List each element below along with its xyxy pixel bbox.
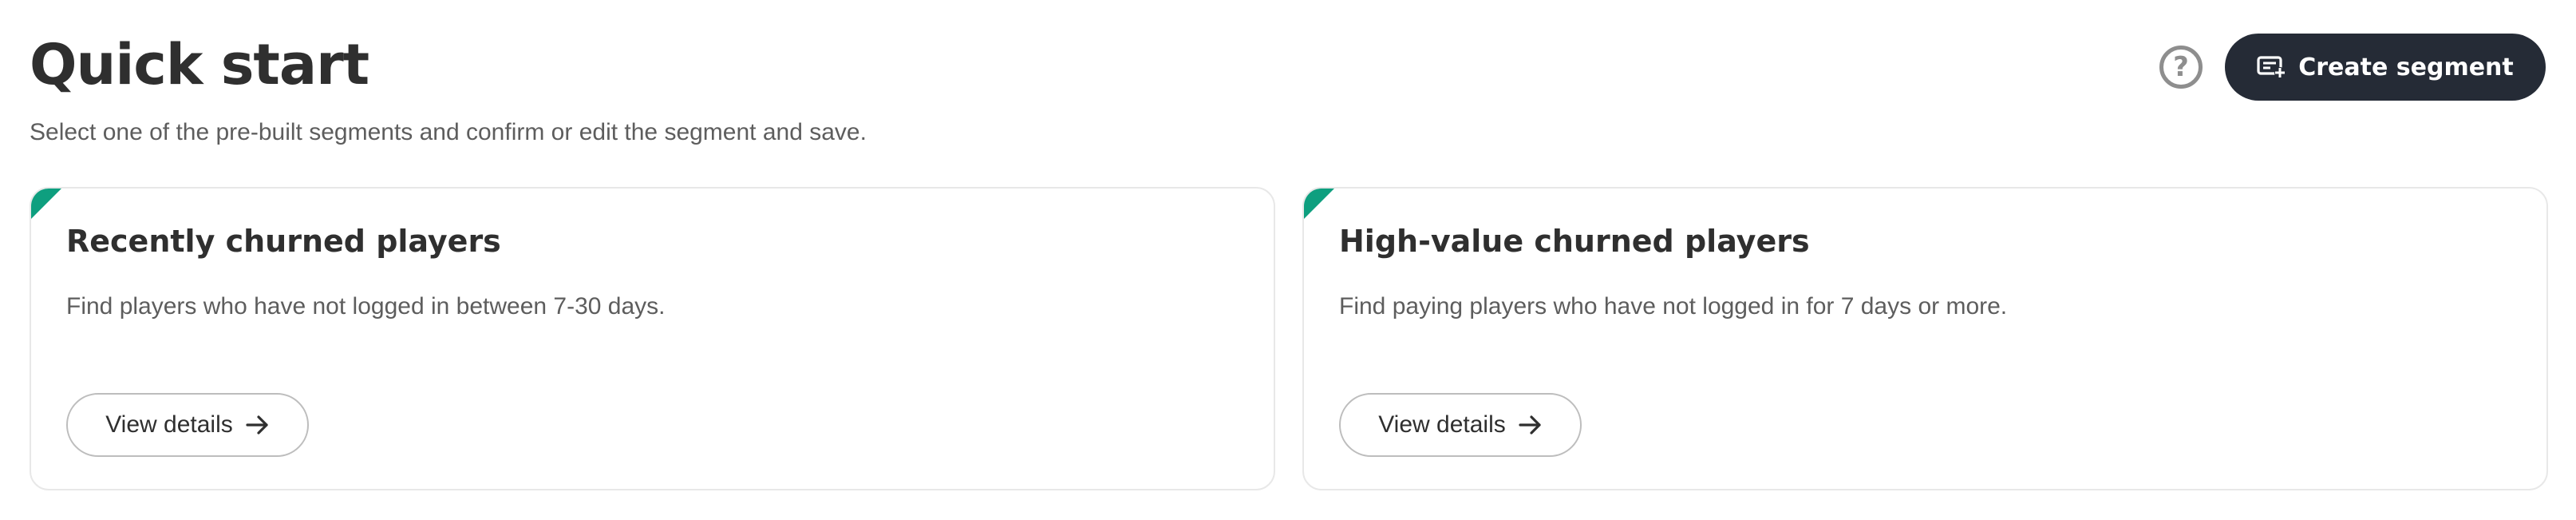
card-accent-corner — [1304, 189, 1334, 219]
view-details-button[interactable]: View details — [1339, 393, 1582, 457]
arrow-right-icon — [246, 415, 270, 435]
view-details-button[interactable]: View details — [66, 393, 309, 457]
view-details-label: View details — [105, 411, 233, 438]
card-title: Recently churned players — [66, 224, 501, 259]
add-segment-icon — [2257, 55, 2287, 79]
help-button[interactable]: ? — [2159, 46, 2203, 89]
view-details-label: View details — [1378, 411, 1506, 438]
segment-card-recently-churned[interactable]: Recently churned players Find players wh… — [30, 187, 1275, 490]
create-segment-button[interactable]: Create segment — [2225, 34, 2546, 101]
card-title: High-value churned players — [1339, 224, 1810, 259]
card-accent-corner — [31, 189, 61, 219]
segment-cards: Recently churned players Find players wh… — [30, 187, 2548, 490]
create-segment-label: Create segment — [2298, 53, 2514, 81]
help-circle-icon: ? — [2173, 51, 2189, 83]
arrow-right-icon — [1519, 415, 1543, 435]
card-description: Find paying players who have not logged … — [1339, 293, 2008, 320]
segment-card-high-value-churned[interactable]: High-value churned players Find paying p… — [1302, 187, 2548, 490]
page-subtitle: Select one of the pre-built segments and… — [30, 119, 867, 145]
card-description: Find players who have not logged in betw… — [66, 293, 666, 320]
page-title: Quick start — [30, 32, 369, 97]
page-header: Quick start ? Create segment — [30, 29, 2546, 109]
